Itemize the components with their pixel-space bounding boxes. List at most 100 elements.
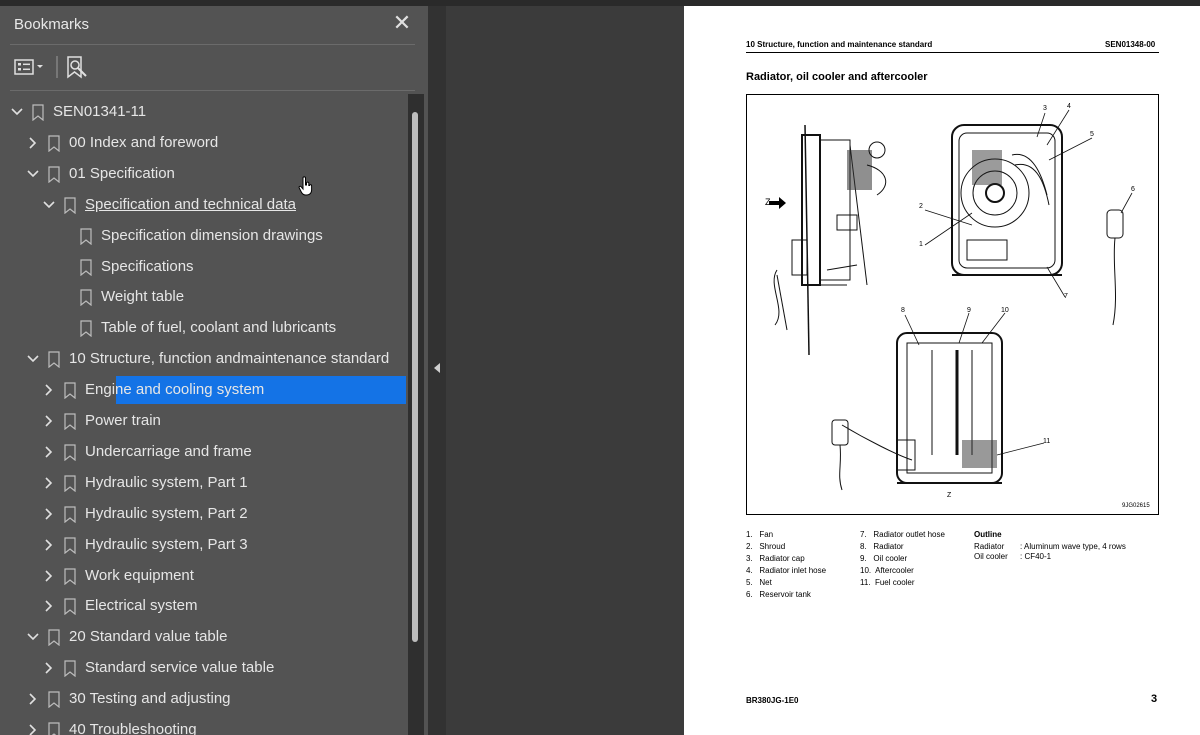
- bookmark-label: Engine and cooling system: [85, 381, 265, 399]
- bookmark-row[interactable]: 10 Structure, function andmaintenance st…: [0, 345, 406, 375]
- bookmark-row[interactable]: Electrical system: [0, 592, 406, 622]
- chevron-right-icon[interactable]: [42, 538, 56, 552]
- bookmark-row[interactable]: 01 Specification: [0, 160, 406, 190]
- outline-radiator-key: Radiator: [974, 542, 1005, 551]
- page-header-left: 10 Structure, function and maintenance s…: [746, 40, 933, 49]
- chevron-right-icon[interactable]: [42, 661, 56, 675]
- bookmark-label: Hydraulic system, Part 3: [85, 535, 248, 553]
- rear-view-drawing: [831, 332, 1003, 491]
- bookmark-label: Table of fuel, coolant and lubricants: [101, 319, 337, 337]
- close-panel-button[interactable]: ✕: [390, 12, 414, 36]
- bookmark-icon: [48, 135, 60, 152]
- bookmark-label: Work equipment: [85, 566, 194, 584]
- chevron-right-icon[interactable]: [26, 692, 40, 706]
- chevron-right-icon[interactable]: [42, 599, 56, 613]
- page-number: 3: [1151, 693, 1158, 705]
- header-divider: [10, 44, 415, 45]
- chevron-right-icon[interactable]: [26, 136, 40, 150]
- panel-title: Bookmarks: [14, 16, 90, 33]
- bookmark-row[interactable]: Undercarriage and frame: [0, 438, 406, 468]
- bookmark-tree: SEN01341-11 00 Index and foreword 01 Speci…: [0, 94, 406, 735]
- callout-5: 5: [1090, 131, 1094, 138]
- callout-3: 3: [1043, 105, 1047, 112]
- legend-item: 5. Net: [746, 578, 772, 587]
- bookmarks-toolbar: [0, 50, 428, 84]
- legend-item: 10. Aftercooler: [860, 566, 914, 575]
- callout-10: 10: [1001, 307, 1009, 314]
- bookmark-label: 40 Troubleshooting: [69, 721, 197, 735]
- bookmark-row[interactable]: Specification dimension drawings: [0, 222, 406, 252]
- bookmark-icon: [80, 289, 92, 307]
- bookmark-row[interactable]: Specification and technical data: [0, 191, 406, 221]
- pdf-page: 10 Structure, function and maintenance s…: [684, 6, 1200, 735]
- bookmark-label: Hydraulic system, Part 2: [85, 504, 248, 522]
- chevron-down-icon[interactable]: [42, 198, 56, 212]
- toolbar-divider: [10, 90, 415, 91]
- outline-title: Outline: [974, 530, 1002, 539]
- bookmark-row[interactable]: Hydraulic system, Part 3: [0, 531, 406, 561]
- bookmark-row[interactable]: Specifications: [0, 253, 406, 283]
- bookmark-label: Power train: [85, 412, 161, 429]
- bookmark-label: 30 Testing and adjusting: [69, 690, 231, 708]
- bookmark-row[interactable]: Hydraulic system, Part 2: [0, 500, 406, 530]
- bookmark-row[interactable]: Power train: [0, 407, 406, 437]
- bookmark-row[interactable]: SEN01341-11: [0, 98, 406, 128]
- chevron-down-icon[interactable]: [26, 167, 40, 181]
- bookmark-icon: [64, 506, 76, 523]
- bookmark-label: Undercarriage and frame: [85, 442, 252, 460]
- chevron-down-icon[interactable]: [26, 630, 40, 644]
- bookmark-row[interactable]: Work equipment: [0, 562, 406, 592]
- callout-2: 2: [919, 203, 923, 210]
- page-header-rule: [746, 52, 1159, 53]
- bookmark-icon: [80, 258, 92, 276]
- bookmark-row[interactable]: 30 Testing and adjusting: [0, 685, 406, 715]
- outline-radiator-value: : Aluminum wave type, 4 rows: [1020, 542, 1126, 551]
- figure-z-left: Z: [765, 197, 771, 207]
- bookmark-icon: [64, 475, 76, 492]
- chevron-down-icon[interactable]: [26, 352, 40, 366]
- callout-1: 1: [919, 241, 923, 248]
- chevron-right-icon[interactable]: [42, 569, 56, 583]
- legend-item: 1. Fan: [746, 530, 774, 539]
- scrollbar-thumb[interactable]: [412, 112, 418, 642]
- legend-item: 11. Fuel cooler: [860, 578, 915, 587]
- callout-11: 11: [1043, 438, 1051, 445]
- legend-item: 6. Reservoir tank: [746, 590, 811, 599]
- bookmark-icon: [64, 660, 76, 678]
- bookmark-row[interactable]: Table of fuel, coolant and lubricants: [0, 314, 406, 344]
- bookmarks-panel: Bookmarks ✕ SEN01341-11 00 Index and fore…: [0, 6, 428, 735]
- bookmark-row[interactable]: 40 Troubleshooting: [0, 716, 406, 735]
- legend-item: 8. Radiator: [860, 542, 904, 551]
- bookmark-row[interactable]: Standard service value table: [0, 654, 406, 684]
- collapse-panel-icon[interactable]: [434, 363, 440, 373]
- legend-item: 9. Oil cooler: [860, 554, 908, 563]
- technical-figure: Z Z 9JG02615 1 2 3 4 5 6 7 8 9 10 11: [746, 94, 1159, 515]
- chevron-right-icon[interactable]: [42, 383, 56, 397]
- bookmark-label: Specifications: [101, 257, 194, 275]
- find-bookmark-button[interactable]: [64, 54, 92, 80]
- bookmark-icon: [32, 104, 44, 121]
- chevron-right-icon[interactable]: [42, 414, 56, 428]
- outline-oilcooler-key: Oil cooler: [974, 552, 1008, 561]
- bookmark-icon: [80, 320, 92, 338]
- bookmark-row[interactable]: Hydraulic system, Part 1: [0, 469, 406, 499]
- figure-code: 9JG02615: [1122, 503, 1150, 509]
- bookmark-row[interactable]: 00 Index and foreword: [0, 129, 406, 159]
- page-header-right: SEN01348-00: [1105, 40, 1156, 49]
- chevron-right-icon[interactable]: [42, 507, 56, 521]
- chevron-down-icon[interactable]: [10, 105, 24, 119]
- chevron-right-icon[interactable]: [42, 445, 56, 459]
- bookmark-icon: [64, 536, 76, 554]
- bookmark-row[interactable]: Engine and cooling system: [0, 376, 406, 406]
- chevron-right-icon[interactable]: [42, 476, 56, 490]
- bookmark-row[interactable]: 20 Standard value table: [0, 623, 406, 653]
- chevron-right-icon[interactable]: [26, 723, 40, 735]
- bookmark-icon: [48, 166, 60, 183]
- callout-6: 6: [1131, 186, 1135, 193]
- options-menu-button[interactable]: [12, 54, 48, 80]
- figure-z-bottom: Z: [947, 492, 952, 499]
- page-title: Radiator, oil cooler and aftercooler: [746, 71, 928, 83]
- callout-4: 4: [1067, 103, 1071, 110]
- bookmark-icon: [64, 197, 76, 214]
- bookmark-row[interactable]: Weight table: [0, 283, 406, 313]
